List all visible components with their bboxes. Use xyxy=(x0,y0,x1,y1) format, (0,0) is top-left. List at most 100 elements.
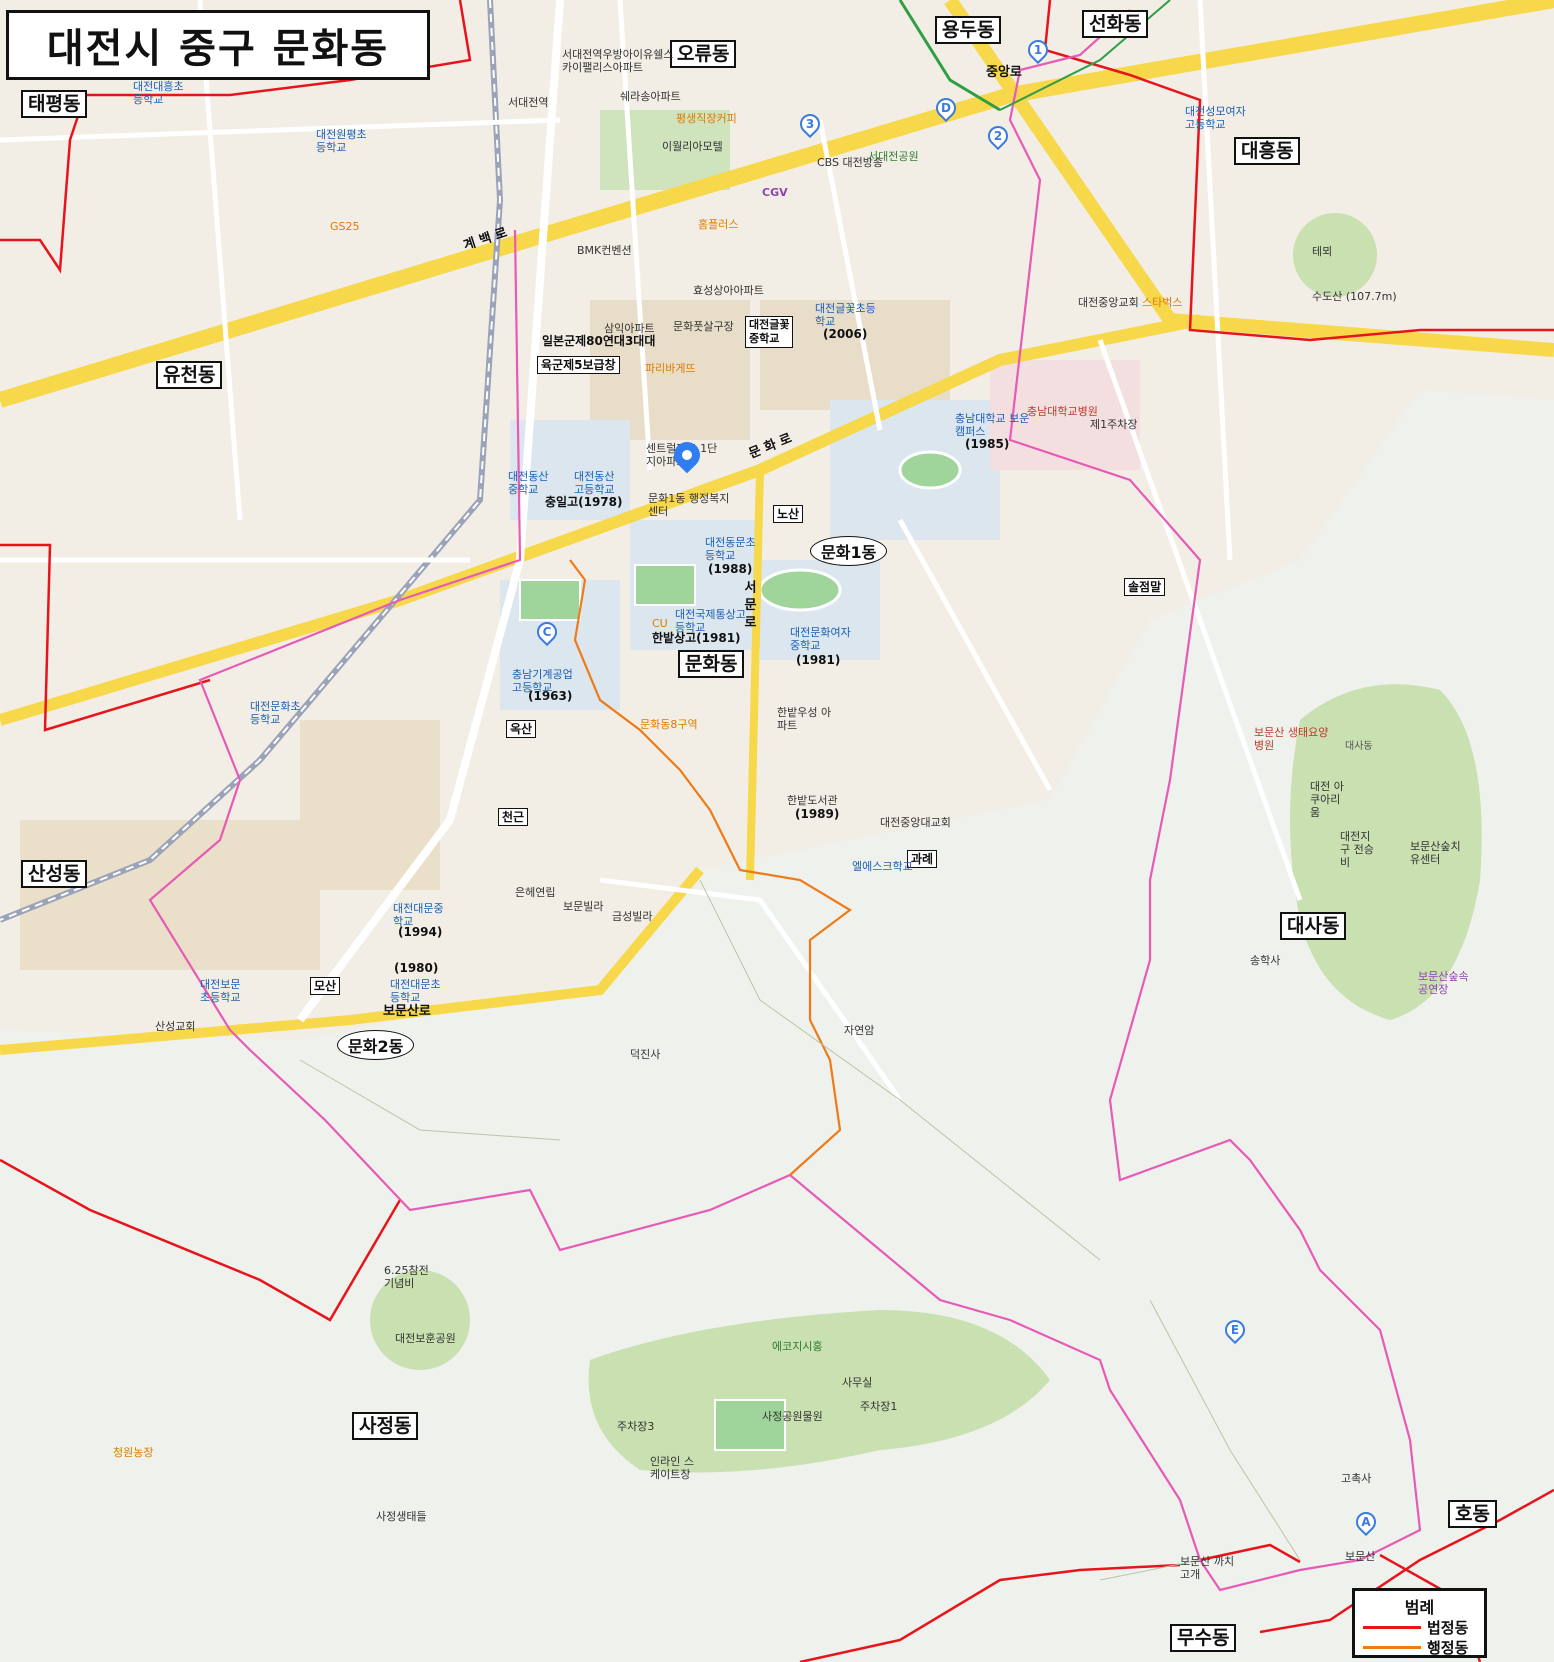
place-label: 에코지시홍 xyxy=(772,1340,823,1353)
place-label: 대전동문초등학교 xyxy=(705,536,756,562)
place-label: 엘에스크학교 xyxy=(852,860,913,873)
road-boeunsan: 보문산로 xyxy=(383,1004,431,1019)
road-jungang: 중앙로 xyxy=(986,65,1022,80)
place-label: CGV xyxy=(762,186,788,199)
place-label: 송학사 xyxy=(1250,954,1281,967)
place-label: 충일고(1978) xyxy=(545,495,623,509)
place-label: 청원농장 xyxy=(113,1446,154,1459)
legend-row-admin: 행정동 xyxy=(1363,1637,1468,1658)
legend-swatch-admin xyxy=(1363,1646,1421,1649)
place-label: (1989) xyxy=(795,807,840,821)
place-label: 주차장1 xyxy=(860,1400,898,1413)
place-label: 고촉사 xyxy=(1341,1472,1372,1485)
place-label: 대전글꽃초등학교 xyxy=(815,302,876,328)
place-label: 보문산 xyxy=(1345,1550,1376,1563)
place-label: GS25 xyxy=(330,220,360,233)
landmark-mosan: 모산 xyxy=(310,977,341,995)
landmark-nosan: 노산 xyxy=(773,505,804,523)
place-label: 대전성모여자고등학교 xyxy=(1185,105,1246,131)
place-label: 사정생태들 xyxy=(376,1510,427,1523)
landmark-oksan: 옥산 xyxy=(506,720,537,738)
place-label: 은헤연립 xyxy=(515,886,556,899)
place-label: 산성교회 xyxy=(155,1020,196,1033)
place-label: 보문빌라 xyxy=(563,900,604,913)
admin-dong-munhwa2: 문화2동 xyxy=(337,1030,415,1060)
place-label: 6.25참전 기념비 xyxy=(384,1264,429,1290)
place-label: 대전중앙교회 xyxy=(1078,296,1139,309)
place-label: 보문산 생태요양병원 xyxy=(1254,726,1329,752)
district-yucheon: 유천동 xyxy=(156,361,223,389)
place-label: 평생직장커피 xyxy=(676,112,737,125)
map[interactable]: 대전시 중구 문화동 태평동 유천동 산성동 오류동 용두동 선화동 대흥동 문… xyxy=(0,0,1554,1662)
place-label: 덕진사 xyxy=(630,1048,661,1061)
admin-dong-munhwa1: 문화1동 xyxy=(810,536,888,566)
district-musu: 무수동 xyxy=(1170,1624,1237,1652)
place-label: (1985) xyxy=(965,437,1010,451)
district-sanseong: 산성동 xyxy=(21,860,88,888)
place-label: (1994) xyxy=(398,925,443,939)
place-label: 충남대학교병원 xyxy=(1027,405,1098,418)
place-label: 테뫼 xyxy=(1312,245,1333,258)
place-label: 대전지구 전승비 xyxy=(1340,830,1374,869)
place-label: 문화동8구역 xyxy=(640,718,698,731)
place-label: 사정공원물원 xyxy=(762,1410,823,1423)
place-label: 한밭도서관 xyxy=(787,794,838,807)
place-label: 서대전역 xyxy=(508,96,549,109)
place-label: 대전대흥초등학교 xyxy=(133,80,184,106)
place-label: 보문산숲치유센터 xyxy=(1410,840,1461,866)
place-label: (1981) xyxy=(796,653,841,667)
legend: 범례 법정동 행정동 xyxy=(1352,1588,1487,1658)
place-label: CU xyxy=(652,617,668,630)
legend-swatch-legal xyxy=(1363,1626,1421,1629)
place-label: (1988) xyxy=(708,562,753,576)
place-label: 인라인 스케이트장 xyxy=(650,1455,694,1481)
place-label: 금성빌라 xyxy=(612,910,653,923)
place-label: 대전문화초등학교 xyxy=(250,700,301,726)
map-title: 대전시 중구 문화동 xyxy=(6,10,430,80)
place-label: 한밭상고(1981) xyxy=(652,631,741,645)
place-label: 문화풋살구장 xyxy=(673,320,734,333)
place-label: 삼익아파트 xyxy=(604,322,655,335)
place-label: (1963) xyxy=(528,689,573,703)
district-seonhwa: 선화동 xyxy=(1082,10,1149,38)
place-label: 사무실 xyxy=(842,1376,873,1389)
legend-row-legal: 법정동 xyxy=(1363,1617,1468,1638)
place-label: 대전문화여자중학교 xyxy=(790,626,851,652)
place-label: 쉐라송아파트 xyxy=(620,90,681,103)
place-label: 자연암 xyxy=(844,1024,875,1037)
legend-title: 범례 xyxy=(1404,1598,1435,1617)
place-label: 대전보문초등학교 xyxy=(200,978,241,1004)
legend-label-legal: 법정동 xyxy=(1427,1619,1469,1637)
place-label: 효성상아아파트 xyxy=(693,284,764,297)
place-label: 대전동산고등학교 xyxy=(574,470,615,496)
place-label: (1980) xyxy=(394,961,439,975)
place-label: 홈플러스 xyxy=(698,218,739,231)
place-label: 대전보훈공원 xyxy=(395,1332,456,1345)
legend-label-admin: 행정동 xyxy=(1427,1639,1469,1657)
place-label: 대전원평초등학교 xyxy=(316,128,367,154)
place-label: 보문산숲속공연장 xyxy=(1418,970,1469,996)
place-label: 서대전역우방아이유쉘스카이팰리스아파트 xyxy=(562,48,674,74)
district-yongdu: 용두동 xyxy=(935,16,1002,44)
place-label: 파리바게뜨 xyxy=(645,362,696,375)
place-label: BMK컨벤션 xyxy=(577,244,632,257)
district-daeheung: 대흥동 xyxy=(1234,137,1301,165)
place-label: 한밭우성 아파트 xyxy=(777,706,832,732)
place-label: (2006) xyxy=(823,327,868,341)
place-label: 제1주차장 xyxy=(1090,418,1138,431)
landmark-eulji: 일본군제80연대3대대 xyxy=(542,334,656,348)
district-daesa: 대사동 xyxy=(1280,912,1347,940)
district-ho: 호동 xyxy=(1448,1500,1497,1528)
place-label: 대전대문초등학교 xyxy=(390,978,441,1004)
place-label: 대사동 xyxy=(1345,741,1373,752)
landmark-soljeommal: 솔점말 xyxy=(1124,578,1166,596)
place-label: 서대전공원 xyxy=(868,150,919,163)
district-sajeong: 사정동 xyxy=(352,1412,419,1440)
place-label: 주차장3 xyxy=(617,1420,655,1433)
place-label: 스타벅스 xyxy=(1142,296,1183,309)
place-label: 보문산 까치고개 xyxy=(1180,1555,1235,1581)
place-label: 대전동산중학교 xyxy=(508,470,549,496)
place-label: 충남대학교 보운캠퍼스 xyxy=(955,412,1030,438)
place-label: 대전 아쿠아리움 xyxy=(1310,780,1344,819)
place-label: 수도산 (107.7m) xyxy=(1312,290,1397,303)
